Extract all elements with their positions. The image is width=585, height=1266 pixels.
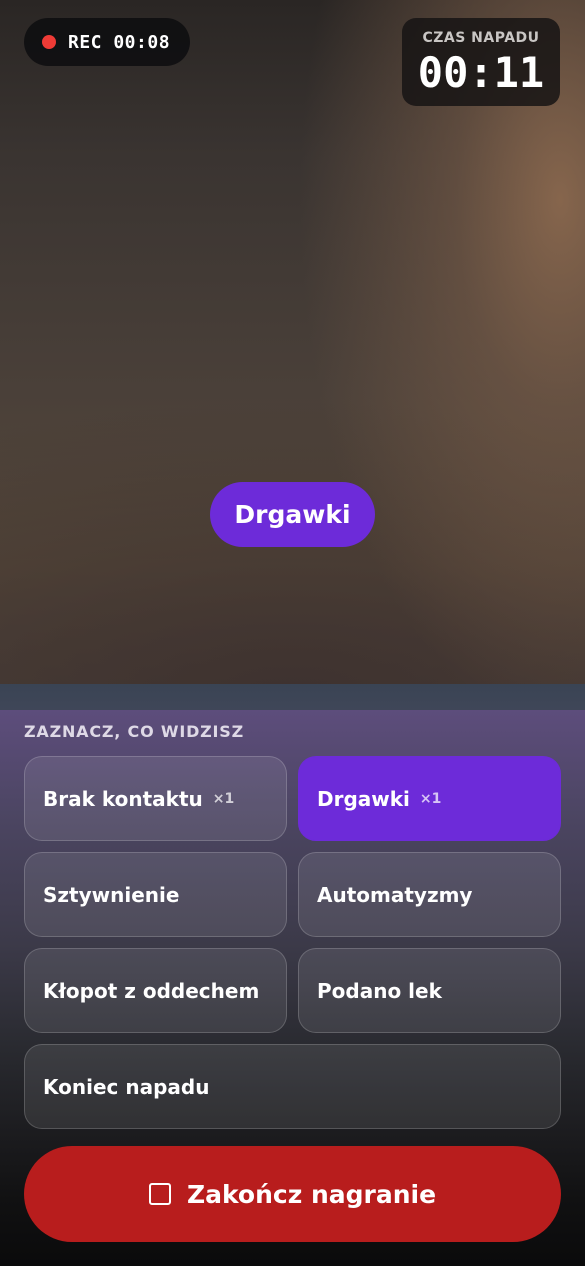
option-sztywnienie[interactable]: Sztywnienie [24, 852, 287, 937]
recording-time: REC 00:08 [68, 31, 171, 53]
option-podano-lek[interactable]: Podano lek [298, 948, 561, 1033]
option-count: ×1 [212, 790, 235, 807]
option-label: Brak kontaktu [43, 786, 203, 811]
seizure-timer-value: 00:11 [417, 48, 545, 97]
option-count: ×1 [419, 790, 442, 807]
option-label: Kłopot z oddechem [43, 978, 260, 1003]
option-brak-kontaktu[interactable]: Brak kontaktu ×1 [24, 756, 287, 841]
option-koniec-napadu[interactable]: Koniec napadu [24, 1044, 561, 1129]
end-recording-label: Zakończ nagranie [186, 1179, 437, 1209]
option-label: Drgawki [317, 786, 410, 811]
camera-bottom-edge [0, 684, 585, 710]
end-recording-button[interactable]: Zakończ nagranie [24, 1146, 561, 1242]
marked-event-tag: Drgawki [210, 482, 375, 547]
option-klopot-z-oddechem[interactable]: Kłopot z oddechem [24, 948, 287, 1033]
option-label: Sztywnienie [43, 882, 180, 907]
option-label: Koniec napadu [43, 1074, 210, 1099]
camera-preview [0, 0, 585, 710]
option-label: Automatyzmy [317, 882, 473, 907]
option-automatyzmy[interactable]: Automatyzmy [298, 852, 561, 937]
option-label: Podano lek [317, 978, 442, 1003]
seizure-timer-title: CZAS NAPADU [422, 30, 540, 46]
panel-title: ZAZNACZ, CO WIDZISZ [24, 722, 245, 741]
stop-square-icon [148, 1183, 171, 1205]
option-drgawki[interactable]: Drgawki ×1 [298, 756, 561, 841]
recording-indicator: REC 00:08 [24, 18, 190, 66]
seizure-timer: CZAS NAPADU 00:11 [402, 18, 560, 106]
record-dot-icon [42, 35, 56, 49]
